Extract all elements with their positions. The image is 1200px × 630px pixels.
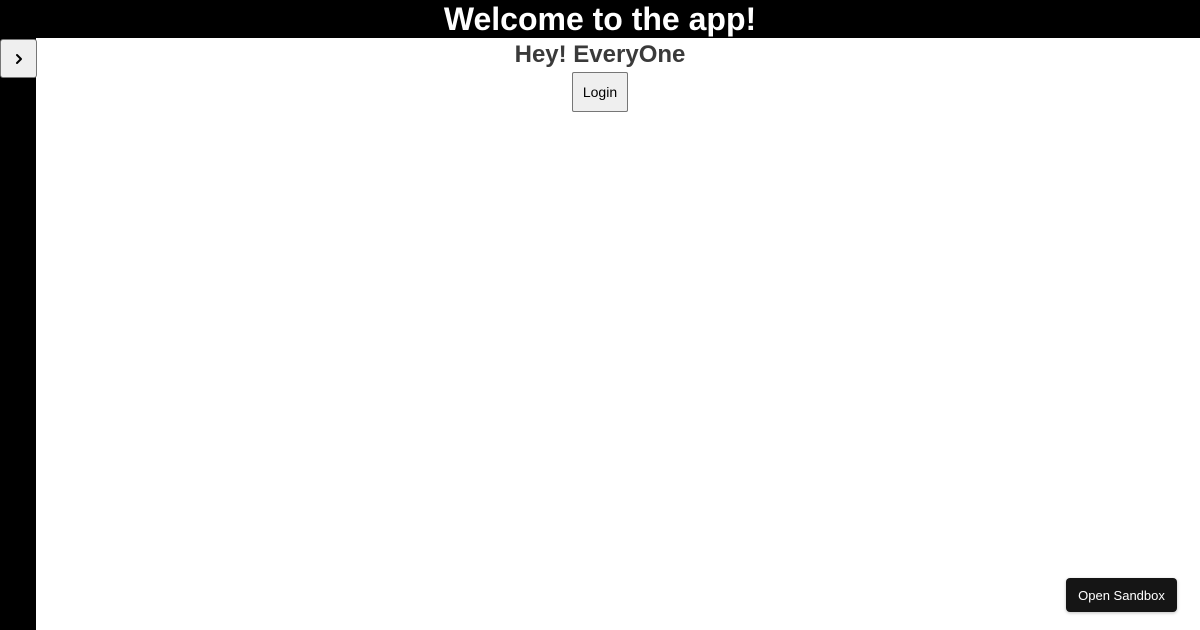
sidebar-toggle-button[interactable] <box>0 39 37 78</box>
app-root: Welcome to the app! Hey! EveryOne Login … <box>0 0 1200 630</box>
app-title: Welcome to the app! <box>443 1 757 37</box>
app-header: Welcome to the app! <box>0 0 1200 38</box>
chevron-right-icon <box>14 53 24 65</box>
sidebar <box>0 38 36 630</box>
open-sandbox-button[interactable]: Open Sandbox <box>1066 578 1177 612</box>
login-button[interactable]: Login <box>572 72 628 112</box>
main-content: Hey! EveryOne Login <box>36 38 1200 630</box>
greeting-heading: Hey! EveryOne <box>514 41 686 68</box>
greeting-container: Hey! EveryOne <box>0 38 1200 72</box>
